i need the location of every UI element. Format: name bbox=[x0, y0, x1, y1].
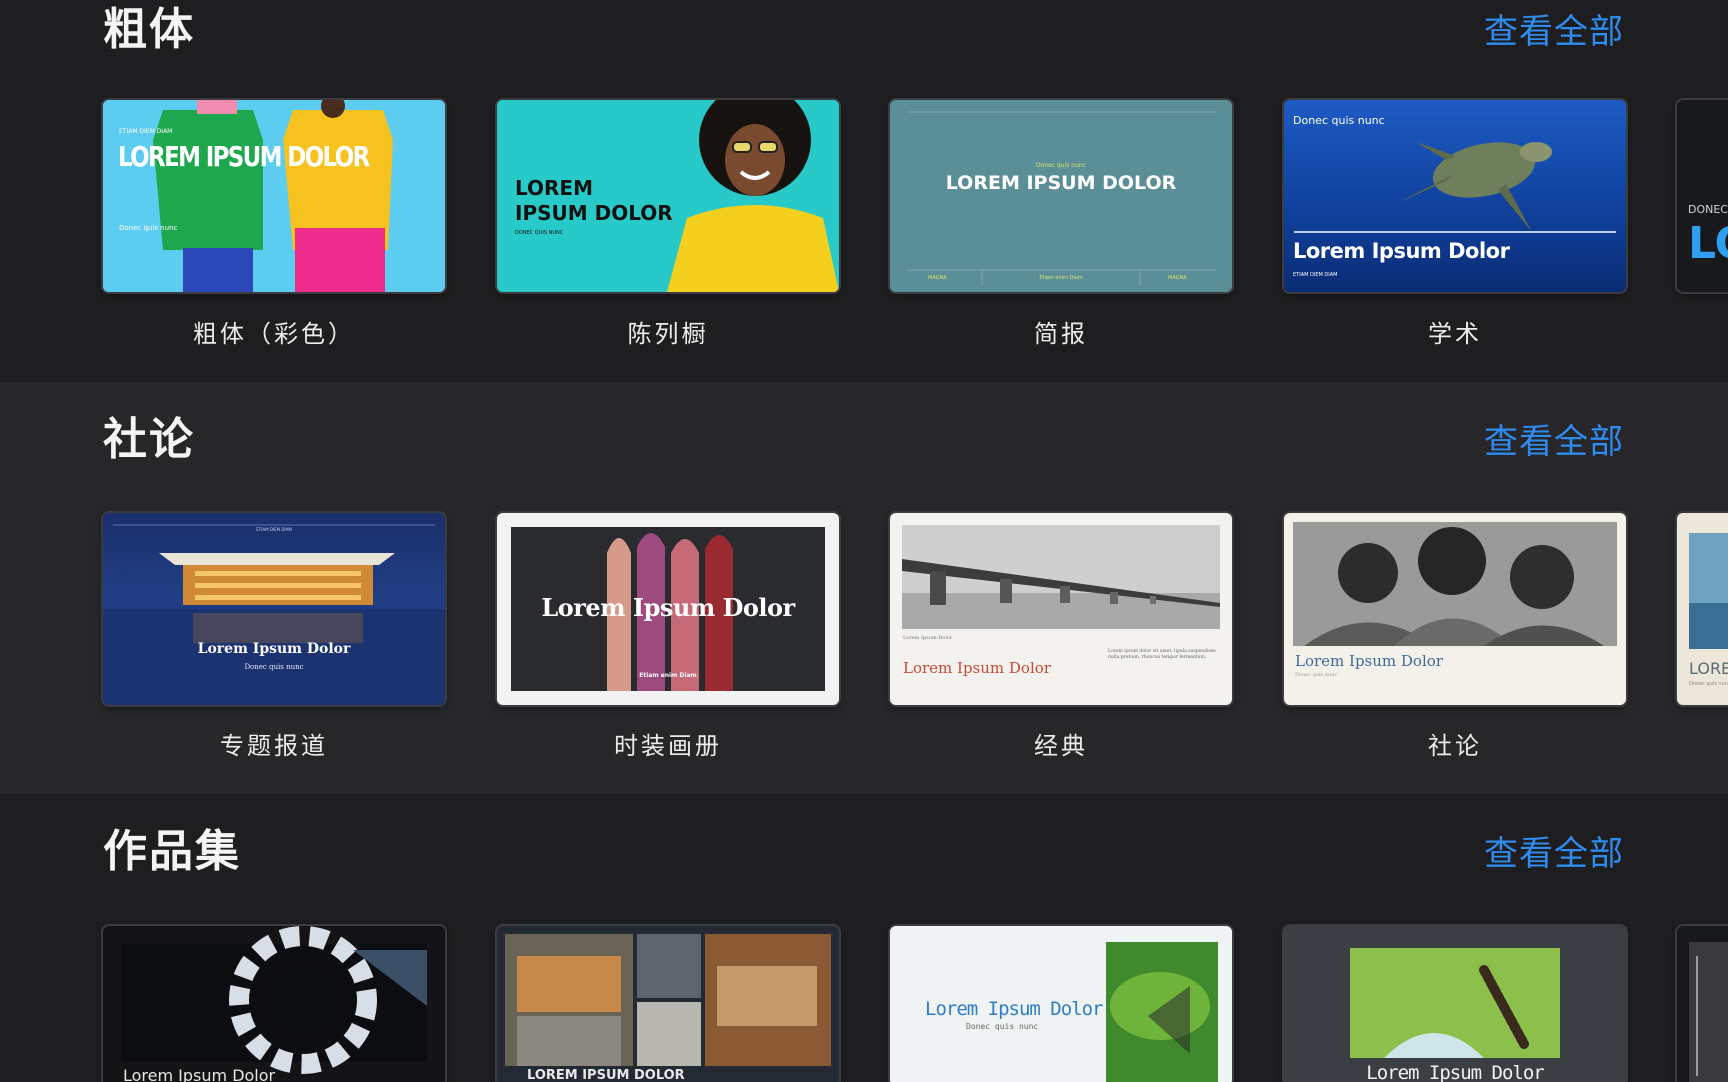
template-label: 学术 bbox=[1428, 320, 1482, 348]
thumb-subtitle: Donec quis nunc bbox=[966, 1022, 1039, 1031]
template-thumbnail-peek[interactable]: LORE Donec quis nun bbox=[1677, 513, 1728, 705]
thumb-subtitle: Donec quis nunc bbox=[244, 663, 304, 671]
thumb-small-text: Donec quis nunc bbox=[1035, 162, 1086, 169]
section-bold: 粗体 查看全部 ETIAM DIEM DIAM LOREM IPSUM DOLO… bbox=[0, 0, 1728, 382]
thumb-headline: Lorem Ipsum Dolor bbox=[1366, 1062, 1544, 1082]
template-thumbnail-portfolio-nature[interactable]: Lorem Ipsum Dolor Donec quis nunc bbox=[890, 926, 1232, 1082]
template-thumbnail-lookbook[interactable]: Lorem Ipsum Dolor Etiam enim Diam bbox=[497, 513, 839, 705]
see-all-button[interactable]: 查看全部 bbox=[1484, 830, 1624, 878]
sea-turtle-illustration bbox=[1294, 142, 1616, 233]
template-thumbnail-feature[interactable]: ETIAM DIEM DIAM Lorem Ipsum Dolor Donec … bbox=[103, 513, 445, 705]
thumb-small-text: DONEC bbox=[1688, 203, 1728, 216]
template-thumbnail-portfolio-gear[interactable]: Lorem Ipsum Dolor bbox=[103, 926, 445, 1082]
template-thumbnail-academy[interactable]: Donec quis nunc Lorem Ipsum Dolor ETIAM … bbox=[1284, 100, 1626, 292]
brief-rules bbox=[906, 111, 1216, 286]
thumb-subtitle: Donec quis nun bbox=[1689, 681, 1728, 687]
see-all-button[interactable]: 查看全部 bbox=[1484, 8, 1624, 56]
template-label: 社论 bbox=[1428, 732, 1482, 760]
caterpillar-leaf-illustration bbox=[1350, 948, 1560, 1058]
template-label: 简报 bbox=[1034, 320, 1088, 348]
template-thumbnail-classic[interactable]: Lorem Ipsum Dolor Lorem Ipsum Dolor Lore… bbox=[890, 513, 1232, 705]
thumb-headline: LOREM IPSUM DOLOR bbox=[945, 172, 1177, 194]
section-portfolio: 作品集 查看全部 Lorem Ipsum Dolor LOREM IPSUM D… bbox=[0, 794, 1728, 1082]
thumb-headline: Lorem Ipsum Dolor bbox=[541, 593, 795, 622]
thumb-body-text: Lorem ipsum dolor sit amet, ligula suspe… bbox=[1108, 649, 1216, 660]
thumb-headline: LO bbox=[1688, 218, 1728, 269]
template-label: 陈列橱 bbox=[627, 320, 709, 348]
see-all-button[interactable]: 查看全部 bbox=[1484, 418, 1624, 466]
thumb-headline: Lorem Ipsum Dolor bbox=[1295, 652, 1443, 670]
thumb-headline: LORE bbox=[1689, 659, 1728, 678]
thumb-headline: LOREM IPSUM DOLOR bbox=[118, 140, 370, 173]
thumb-headline: Lorem Ipsum Dolor bbox=[925, 998, 1103, 1020]
thumb-subtitle: Donec quis nunc bbox=[119, 224, 178, 232]
template-thumbnail-brief[interactable]: Donec quis nunc LOREM IPSUM DOLOR MAGNA … bbox=[890, 100, 1232, 292]
thumb-small-text: ETIAM DIEM DIAM bbox=[119, 128, 173, 135]
thumb-subtitle: Donec quis nunc bbox=[1295, 672, 1338, 678]
thumb-headline: LOREM IPSUM DOLOR bbox=[527, 1068, 685, 1082]
thumb-headline: Lorem Ipsum Dolor bbox=[1293, 239, 1510, 263]
template-label: 经典 bbox=[1034, 732, 1088, 760]
opera-house-illustration bbox=[103, 524, 445, 705]
thumb-footer-right: MAGNA bbox=[1168, 275, 1187, 281]
section-editorial: 社论 查看全部 ETIAM DIEM DIAM Lorem Ipsum Dolo… bbox=[0, 382, 1728, 794]
template-thumbnail-peek[interactable]: DONEC LO bbox=[1677, 100, 1728, 292]
template-thumbnail-editorial[interactable]: Lorem Ipsum Dolor Donec quis nunc bbox=[1284, 513, 1626, 705]
section-title: 作品集 bbox=[103, 826, 241, 877]
template-thumbnail-showroom[interactable]: LOREM IPSUM DOLOR DONEC QUIS NUNC bbox=[497, 100, 839, 292]
template-label: 专题报道 bbox=[220, 732, 328, 760]
thumb-subtitle: DONEC QUIS NUNC bbox=[515, 230, 564, 236]
architecture-collage-illustration bbox=[505, 934, 831, 1066]
thumb-subtitle: ETIAM DIEM DIAM bbox=[1293, 272, 1338, 278]
template-thumbnail-portfolio-architecture[interactable]: LOREM IPSUM DOLOR bbox=[497, 926, 839, 1082]
thumb-small-text: ETIAM DIEM DIAM bbox=[256, 527, 292, 532]
template-chooser: 粗体 查看全部 ETIAM DIEM DIAM LOREM IPSUM DOLO… bbox=[0, 0, 1728, 1082]
thumb-small-text: Lorem Ipsum Dolor bbox=[903, 635, 953, 641]
template-label: 粗体（彩色） bbox=[193, 320, 355, 348]
gear-illustration bbox=[121, 926, 427, 1074]
thumb-small-text: Donec quis nunc bbox=[1293, 114, 1385, 127]
thumb-subtitle: Etiam enim Diam bbox=[639, 672, 697, 679]
section-title: 社论 bbox=[103, 414, 195, 465]
template-thumbnail-bold-color[interactable]: ETIAM DIEM DIAM LOREM IPSUM DOLOR Donec … bbox=[103, 100, 445, 292]
template-thumbnail-peek[interactable] bbox=[1677, 926, 1728, 1082]
template-thumbnail-portfolio-caterpillar[interactable]: Lorem Ipsum Dolor bbox=[1284, 926, 1626, 1082]
thumb-headline: Lorem Ipsum Dolor bbox=[197, 641, 351, 657]
thumb-headline: Lorem Ipsum Dolor bbox=[123, 1066, 276, 1082]
thumb-headline-line1: LOREM bbox=[515, 176, 593, 200]
section-title: 粗体 bbox=[103, 4, 195, 55]
thumb-headline-line2: IPSUM DOLOR bbox=[515, 201, 673, 225]
thumb-headline: Lorem Ipsum Dolor bbox=[903, 659, 1051, 677]
dark-thumbnail-illustration bbox=[1689, 942, 1728, 1082]
template-label: 时装画册 bbox=[614, 732, 722, 760]
